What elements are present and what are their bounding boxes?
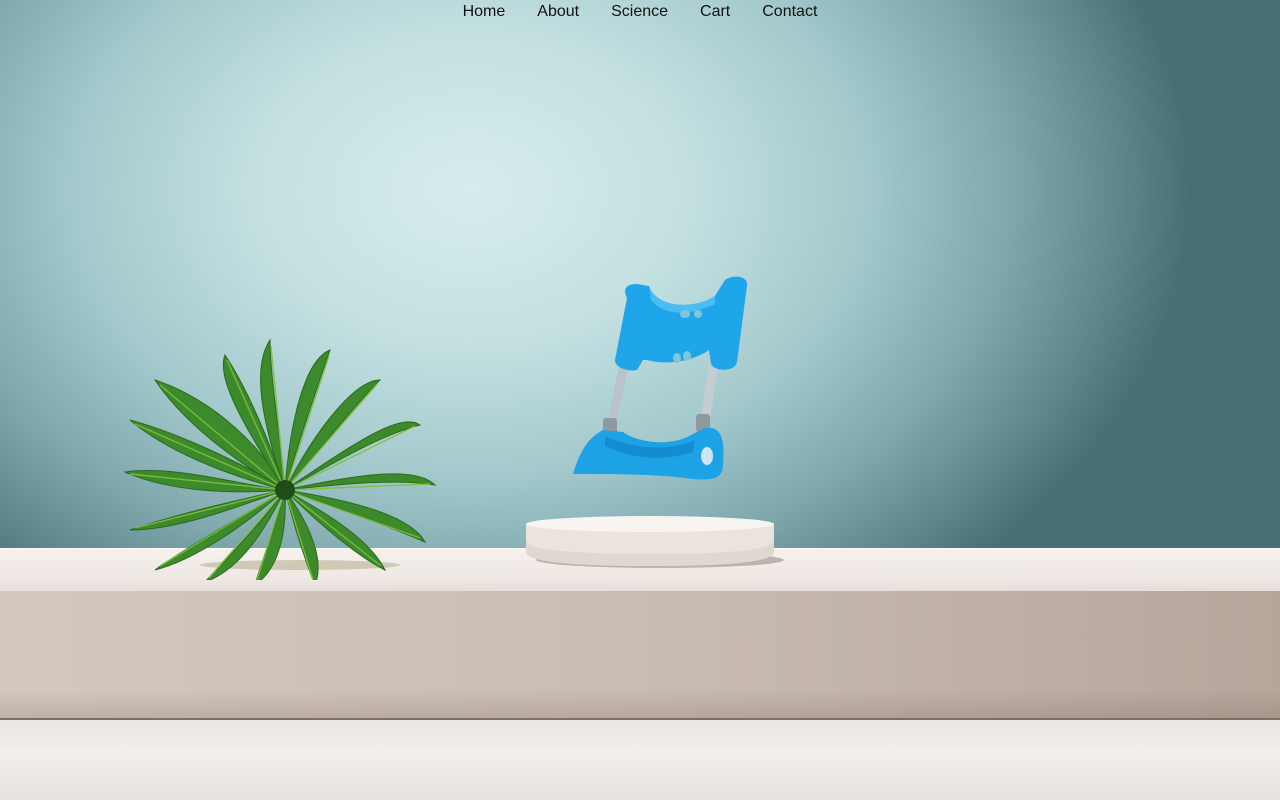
product-device-image (573, 276, 748, 480)
hero-page: Home About Science Cart Contact (0, 0, 1280, 800)
nav-about-link[interactable]: About (537, 0, 579, 24)
nav-home-link[interactable]: Home (463, 0, 506, 24)
nav-cart-link[interactable]: Cart (700, 0, 730, 24)
shelf-front-face (0, 591, 1280, 719)
monstera-plant-image (123, 338, 437, 580)
nav-science-link[interactable]: Science (611, 0, 668, 24)
pedestal-image (526, 516, 784, 568)
floor (0, 720, 1280, 800)
nav-contact-link[interactable]: Contact (762, 0, 817, 24)
top-navigation: Home About Science Cart Contact (0, 0, 1280, 24)
